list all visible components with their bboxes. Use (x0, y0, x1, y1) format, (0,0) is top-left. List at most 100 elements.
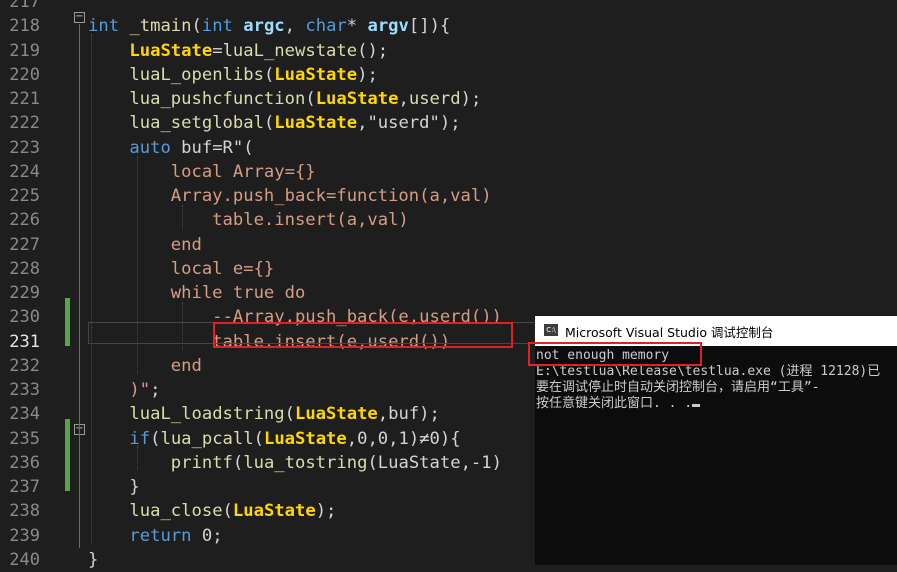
line-number: 218 (9, 16, 40, 37)
code-line[interactable]: 224 local Array={} (0, 160, 897, 184)
code-line[interactable]: 223 auto buf=R"( (0, 136, 897, 160)
code-line[interactable]: 217 (0, 0, 897, 14)
code-token: char (305, 16, 347, 37)
code-text[interactable]: LuaState=luaL_newstate(); (88, 39, 388, 63)
code-token: , (284, 16, 306, 37)
code-line[interactable]: 229 while true do (0, 281, 897, 305)
code-token: ( (232, 452, 244, 473)
code-text[interactable]: auto buf=R"( (88, 136, 254, 160)
code-token: []){ (408, 16, 451, 37)
line-number: 221 (9, 89, 40, 109)
code-line[interactable]: 227 end (0, 233, 897, 257)
fold-toggle-icon[interactable]: − (74, 12, 85, 23)
code-text[interactable]: Array.push_back=function(a,val) (88, 184, 492, 208)
code-token: LuaState (129, 40, 213, 61)
code-text[interactable]: end (88, 354, 202, 378)
code-text[interactable]: while true do (88, 281, 306, 305)
code-token: LuaState (274, 113, 358, 134)
code-text[interactable]: } (88, 548, 98, 572)
code-token: return (129, 525, 202, 546)
code-token: LuaState (294, 404, 378, 425)
code-token: if (129, 428, 151, 449)
code-token: int (201, 16, 244, 37)
code-text[interactable]: end (88, 233, 202, 257)
code-token: ( (222, 501, 233, 522)
code-token: Array.push_back=function(a,val) (88, 186, 492, 206)
line-number: 222 (9, 113, 40, 134)
indent-guide (91, 34, 92, 544)
code-text[interactable]: printf(lua_tostring(LuaState,-1) (88, 451, 502, 475)
code-token: lua_setglobal (129, 113, 264, 134)
code-token: lua_tostring (243, 452, 368, 473)
code-token: buf=R"( (181, 137, 254, 158)
code-token: argc (243, 16, 285, 37)
code-line[interactable]: 221 lua_pushcfunction(LuaState,userd); (0, 87, 897, 111)
code-token: auto (129, 137, 182, 158)
code-token: } (88, 477, 140, 497)
code-line[interactable]: 218 int _tmain(int argc, char* argv[]){ (0, 14, 897, 38)
code-text[interactable]: lua_pushcfunction(LuaState,userd); (88, 87, 481, 111)
console-title: Microsoft Visual Studio 调试控制台 (565, 325, 774, 340)
line-number: 224 (9, 161, 40, 182)
code-text[interactable]: luaL_openlibs(LuaState); (88, 63, 377, 87)
code-line[interactable]: 228 local e={} (0, 257, 897, 281)
code-token: userd (408, 89, 461, 109)
code-line[interactable]: 222 lua_setglobal(LuaState,"userd"); (0, 111, 897, 135)
line-number: 228 (9, 258, 40, 279)
code-line[interactable]: 225 Array.push_back=function(a,val) (0, 184, 897, 208)
code-token: lua_pushcfunction (129, 89, 306, 109)
code-text[interactable]: local e={} (88, 257, 274, 281)
code-token: luaL_newstate (222, 40, 358, 61)
console-line-process: E:\testlua\Release\testlua.exe (进程 12128… (536, 364, 881, 379)
indent-guide (137, 446, 138, 470)
console-line-hint: 要在调试停止时自动关闭控制台，请启用“工具”- (536, 380, 820, 395)
line-number: 229 (9, 283, 40, 303)
line-number: 217 (9, 0, 40, 12)
code-line[interactable]: 226 table.insert(a,val) (0, 208, 897, 232)
code-text[interactable]: lua_setglobal(LuaState,"userd"); (88, 111, 460, 135)
code-token: , (398, 89, 409, 109)
code-token: (LuaState,-1) (367, 452, 502, 473)
annotation-box-console (528, 342, 702, 366)
annotation-box-code (213, 322, 513, 348)
code-token: ); (460, 89, 482, 109)
code-token: int (88, 16, 130, 37)
code-token: end (88, 234, 202, 255)
code-text[interactable]: return 0; (88, 524, 222, 548)
code-token: ( (263, 113, 275, 134)
code-token: while true do (88, 283, 306, 303)
code-token: = (212, 40, 223, 61)
code-token: ,0,0,1)≠0){ (346, 428, 461, 449)
code-text[interactable]: local Array={} (88, 160, 316, 184)
code-text[interactable]: )"; (88, 378, 160, 402)
indent-guide (182, 205, 183, 229)
code-token: LuaState (315, 89, 399, 109)
change-marker (65, 298, 70, 346)
code-text[interactable]: if(lua_pcall(LuaState,0,0,1)≠0){ (88, 427, 461, 451)
change-marker (65, 419, 70, 491)
line-number: 239 (9, 525, 40, 546)
line-number: 234 (9, 404, 40, 425)
code-text[interactable]: int _tmain(int argc, char* argv[]){ (88, 14, 450, 38)
code-token: ( (253, 428, 264, 449)
code-token: ,buf); (377, 404, 440, 425)
code-text[interactable]: lua_close(LuaState); (88, 499, 336, 523)
code-token: LuaState (263, 428, 347, 449)
code-token: printf (170, 452, 233, 473)
line-number: 230 (9, 307, 40, 328)
line-number: 231 (9, 331, 40, 352)
code-text[interactable]: } (88, 475, 140, 499)
code-line[interactable]: 219 LuaState=luaL_newstate(); (0, 39, 897, 63)
code-token: _tmain (129, 16, 192, 37)
code-line[interactable]: 220 luaL_openlibs(LuaState); (0, 63, 897, 87)
code-text[interactable]: luaL_loadstring(LuaState,buf); (88, 402, 440, 426)
code-token: luaL_loadstring (129, 404, 285, 425)
line-number: 225 (9, 186, 40, 206)
line-number: 232 (9, 355, 40, 376)
code-token: (); (357, 40, 389, 61)
